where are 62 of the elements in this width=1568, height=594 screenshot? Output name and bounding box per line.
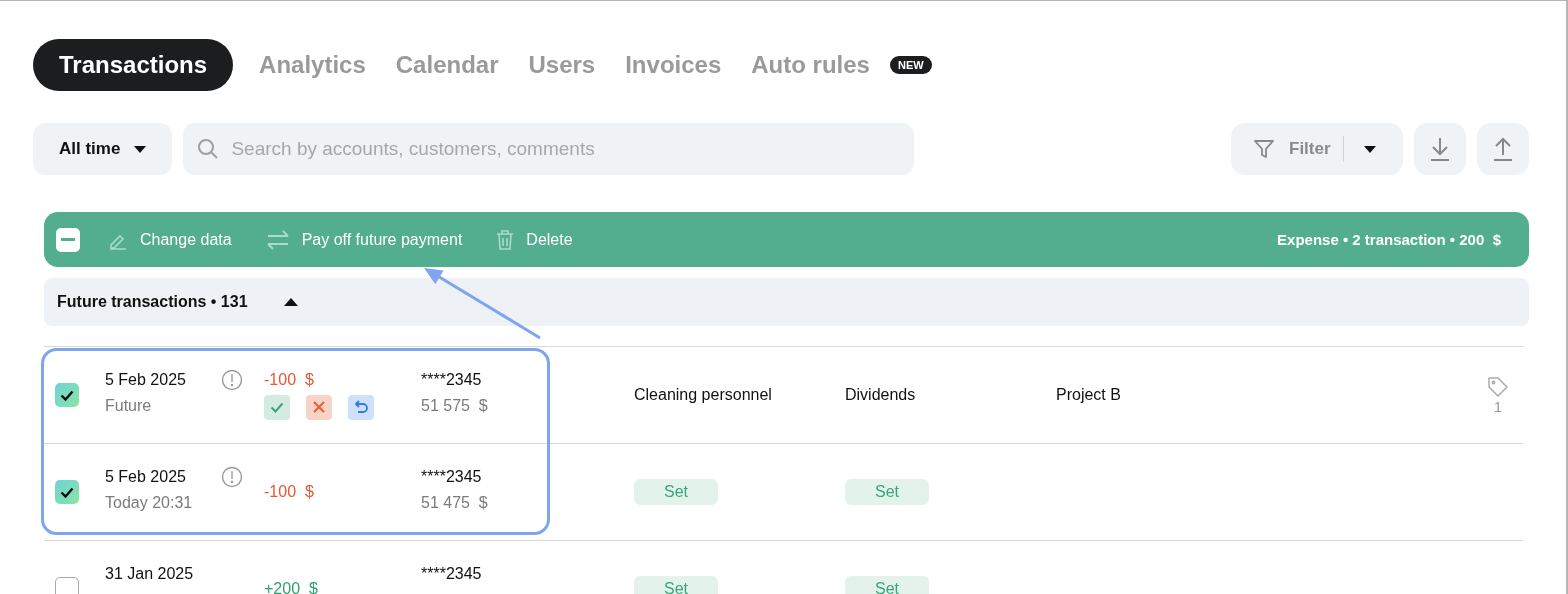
check-icon bbox=[60, 389, 74, 401]
check-icon bbox=[270, 401, 284, 413]
account-number: ****2345 bbox=[421, 468, 483, 486]
date-text: 5 Feb 2025 bbox=[105, 468, 187, 486]
upload-icon bbox=[1492, 136, 1514, 162]
check-icon bbox=[60, 486, 74, 498]
set-article-button[interactable]: Set bbox=[845, 576, 929, 594]
group-title: Future transactions • 131 bbox=[57, 293, 248, 311]
article-text: Dividends bbox=[845, 386, 916, 403]
row-checkbox[interactable] bbox=[55, 577, 79, 594]
date-subtext: Today 20:31 bbox=[105, 494, 194, 512]
tab[interactable]: Calendar bbox=[383, 39, 511, 91]
search-field[interactable]: Search by accounts, customers, comments bbox=[183, 123, 915, 175]
caret-icon bbox=[134, 145, 147, 153]
warning-icon[interactable] bbox=[221, 369, 243, 391]
tag-count: 1 bbox=[1493, 397, 1503, 415]
new-badge: NEW bbox=[889, 56, 932, 74]
select-all-checkbox[interactable] bbox=[56, 227, 80, 252]
warning-icon[interactable] bbox=[221, 466, 243, 488]
tab[interactable]: Analytics bbox=[247, 39, 378, 91]
account-number: ****2345 bbox=[421, 565, 483, 583]
delete-action-button[interactable]: Delete bbox=[496, 229, 573, 250]
row-checkbox[interactable] bbox=[55, 480, 79, 504]
amount-text: -100 $ bbox=[264, 370, 315, 389]
amount-text: -100 $ bbox=[264, 483, 315, 501]
filter-button[interactable]: Filter bbox=[1231, 123, 1403, 175]
account-number: ****2345 bbox=[421, 371, 483, 389]
tab[interactable]: Transactions bbox=[33, 39, 234, 91]
period-dropdown[interactable]: All time bbox=[33, 123, 173, 175]
row-checkbox[interactable] bbox=[55, 383, 79, 407]
tab[interactable]: Users bbox=[516, 39, 608, 91]
download-button[interactable] bbox=[1414, 123, 1466, 175]
close-icon bbox=[313, 401, 325, 413]
set-article-button[interactable]: Set bbox=[845, 479, 929, 505]
undo-button[interactable] bbox=[348, 394, 374, 420]
confirm-button[interactable] bbox=[264, 394, 290, 420]
group-header[interactable]: Future transactions • 131 bbox=[44, 278, 1529, 326]
date-text: 5 Feb 2025 bbox=[105, 371, 187, 389]
tag-icon[interactable] bbox=[1487, 375, 1509, 398]
set-category-button[interactable]: Set bbox=[634, 576, 718, 594]
swap-arrows-icon bbox=[265, 229, 290, 250]
reject-button[interactable] bbox=[306, 394, 332, 420]
project-text: Project B bbox=[1056, 386, 1121, 403]
edit-action-button[interactable]: Change data bbox=[108, 229, 232, 250]
upload-button[interactable] bbox=[1477, 123, 1529, 175]
balance-text: 51 575 $ bbox=[421, 397, 489, 415]
caret-icon[interactable] bbox=[283, 298, 298, 306]
set-category-button[interactable]: Set bbox=[634, 479, 718, 505]
undo-arrow-icon bbox=[354, 400, 368, 414]
filter-label: Filter bbox=[1289, 139, 1331, 159]
trash-icon bbox=[496, 229, 515, 250]
date-text: 31 Jan 2025 bbox=[105, 565, 195, 583]
funnel-icon bbox=[1253, 138, 1275, 160]
download-icon bbox=[1429, 136, 1451, 162]
selection-summary: Expense • 2 transaction • 200 $ bbox=[1277, 231, 1501, 248]
category-text: Cleaning personnel bbox=[634, 386, 772, 403]
balance-text: 51 475 $ bbox=[421, 494, 489, 512]
tab[interactable]: Invoices bbox=[613, 39, 734, 91]
date-subtext: Future bbox=[105, 397, 153, 415]
caret-icon[interactable] bbox=[1363, 145, 1376, 153]
tab[interactable]: Auto rules bbox=[739, 39, 882, 91]
transfer-action-button[interactable]: Pay off future payment bbox=[265, 229, 463, 250]
